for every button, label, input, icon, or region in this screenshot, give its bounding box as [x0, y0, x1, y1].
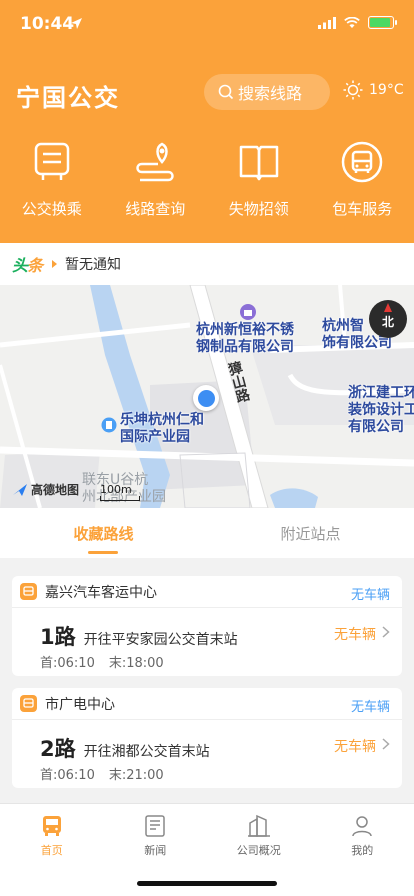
station-status: 无车辆: [350, 588, 390, 603]
route-line: 2路 开往湘都公交首末站: [40, 733, 210, 763]
nav-label: 我的: [351, 844, 374, 857]
tab-nearby[interactable]: 附近站点: [207, 508, 414, 558]
nav-home[interactable]: 首页: [0, 804, 104, 864]
amap-logo-icon: [13, 483, 27, 496]
quick-label: 线路查询: [125, 200, 186, 218]
chevron-right-icon: [382, 626, 390, 642]
route-tabs: 收藏路线 附近站点: [0, 508, 414, 558]
quick-label: 失物招领: [228, 200, 289, 218]
route-name: 1路: [40, 625, 76, 649]
building-poi-icon: [101, 417, 117, 433]
current-location-marker: [193, 385, 219, 411]
route-card[interactable]: 嘉兴汽车客运中心 无车辆 1路 开往平安家园公交首末站 无车辆 首:06:10 末…: [12, 576, 402, 676]
quick-item-bus-transfer[interactable]: 公交换乘: [0, 140, 104, 230]
weather-temp: 19°C: [369, 82, 404, 98]
wifi-icon: [344, 16, 360, 28]
location-arrow-icon: [71, 18, 82, 29]
search-input[interactable]: 搜索线路: [204, 74, 330, 110]
route-card-header: 市广电中心 无车辆: [12, 688, 402, 720]
sun-icon: [343, 80, 363, 100]
company-icon: [247, 814, 270, 837]
bus-icon: [20, 695, 37, 712]
notice-bar[interactable]: 头条 暂无通知: [0, 243, 414, 285]
headline-logo: 头条: [12, 252, 43, 276]
map-scale-bar: [100, 496, 140, 501]
status-bar: 10:44: [0, 0, 414, 50]
bus-transfer-icon: [30, 140, 74, 184]
quick-label: 包车服务: [332, 200, 393, 218]
station-name: 市广电中心: [45, 696, 115, 713]
map-poi-label: 浙江建工环 装饰设计工 有限公司: [348, 385, 414, 435]
bottom-nav: 首页 新闻 公司概况 我的: [0, 803, 414, 896]
route-times: 首:06:10 末:18:00: [40, 652, 164, 671]
map-poi-label: 乐坤杭州仁和 国际产业园: [120, 412, 204, 445]
station-status: 无车辆: [350, 700, 390, 715]
search-icon: [218, 84, 234, 100]
route-times: 首:06:10 末:21:00: [40, 764, 164, 783]
compass-label: 北: [381, 314, 394, 329]
quick-item-route-query[interactable]: 线路查询: [104, 140, 208, 230]
amap-logo-text: 高德地图: [31, 483, 80, 497]
route-line: 1路 开往平安家园公交首末站: [40, 621, 238, 651]
factory-poi-icon: [240, 304, 256, 320]
route-query-icon: [133, 140, 177, 184]
nav-company[interactable]: 公司概况: [207, 804, 311, 864]
profile-icon: [352, 816, 372, 837]
route-destination: 开往平安家园公交首末站: [83, 632, 238, 648]
first-bus-time: 首:06:10: [40, 656, 95, 671]
home-indicator: [137, 881, 277, 886]
bus-home-icon: [42, 816, 61, 836]
charter-bus-icon: [340, 140, 384, 184]
station-name: 嘉兴汽车客运中心: [45, 584, 157, 601]
status-icons: [318, 16, 397, 29]
last-bus-time: 末:18:00: [108, 656, 164, 671]
last-bus-time: 末:21:00: [108, 768, 164, 783]
news-icon: [145, 815, 165, 837]
first-bus-time: 首:06:10: [40, 768, 95, 783]
nav-news[interactable]: 新闻: [104, 804, 208, 864]
notice-arrow-icon: [52, 260, 58, 268]
headline-logo-a: 头: [12, 256, 28, 275]
route-destination: 开往湘都公交首末站: [83, 744, 210, 760]
weather: 19°C: [343, 80, 404, 100]
nav-label: 公司概况: [236, 844, 281, 857]
battery-icon: [368, 16, 397, 29]
route-status: 无车辆: [334, 627, 376, 643]
route-status: 无车辆: [334, 739, 376, 755]
status-time: 10:44: [20, 14, 75, 34]
quick-menu: 公交换乘 线路查询 失物招领 包车服务: [0, 140, 414, 230]
route-card-header: 嘉兴汽车客运中心 无车辆: [12, 576, 402, 608]
nav-label: 首页: [40, 844, 63, 857]
search-placeholder: 搜索线路: [238, 84, 303, 103]
map-scale-label: 100m: [100, 483, 132, 496]
route-name: 2路: [40, 737, 76, 761]
headline-logo-b: 条: [27, 256, 43, 275]
compass-button[interactable]: 北: [369, 300, 407, 338]
route-card[interactable]: 市广电中心 无车辆 2路 开往湘都公交首末站 无车辆 首:06:10 末:21:0…: [12, 688, 402, 788]
notice-text: 暂无通知: [65, 257, 122, 273]
signal-icon: [318, 16, 336, 29]
quick-item-charter-bus[interactable]: 包车服务: [311, 140, 414, 230]
bus-icon: [20, 583, 37, 600]
app-title: 宁国公交: [16, 84, 120, 112]
header: 10:44 宁国公交 搜索线路 19°C 公交换乘 线路查询 失物招领 包车服务: [0, 0, 414, 243]
chevron-right-icon: [382, 738, 390, 754]
quick-label: 公交换乘: [21, 200, 82, 218]
quick-item-lost-found[interactable]: 失物招领: [207, 140, 311, 230]
lost-found-icon: [237, 140, 281, 184]
map-poi-label: 杭州新恒裕不锈 钢制品有限公司: [196, 322, 294, 355]
nav-profile[interactable]: 我的: [311, 804, 414, 864]
map-view[interactable]: 杭州新恒裕不锈 钢制品有限公司 杭州智 饰有限公司 浙江建工环 装饰设计工 有限…: [0, 285, 414, 508]
amap-logo: 高德地图: [12, 481, 79, 498]
nav-label: 新闻: [144, 844, 167, 857]
tab-favorites[interactable]: 收藏路线: [0, 508, 207, 558]
